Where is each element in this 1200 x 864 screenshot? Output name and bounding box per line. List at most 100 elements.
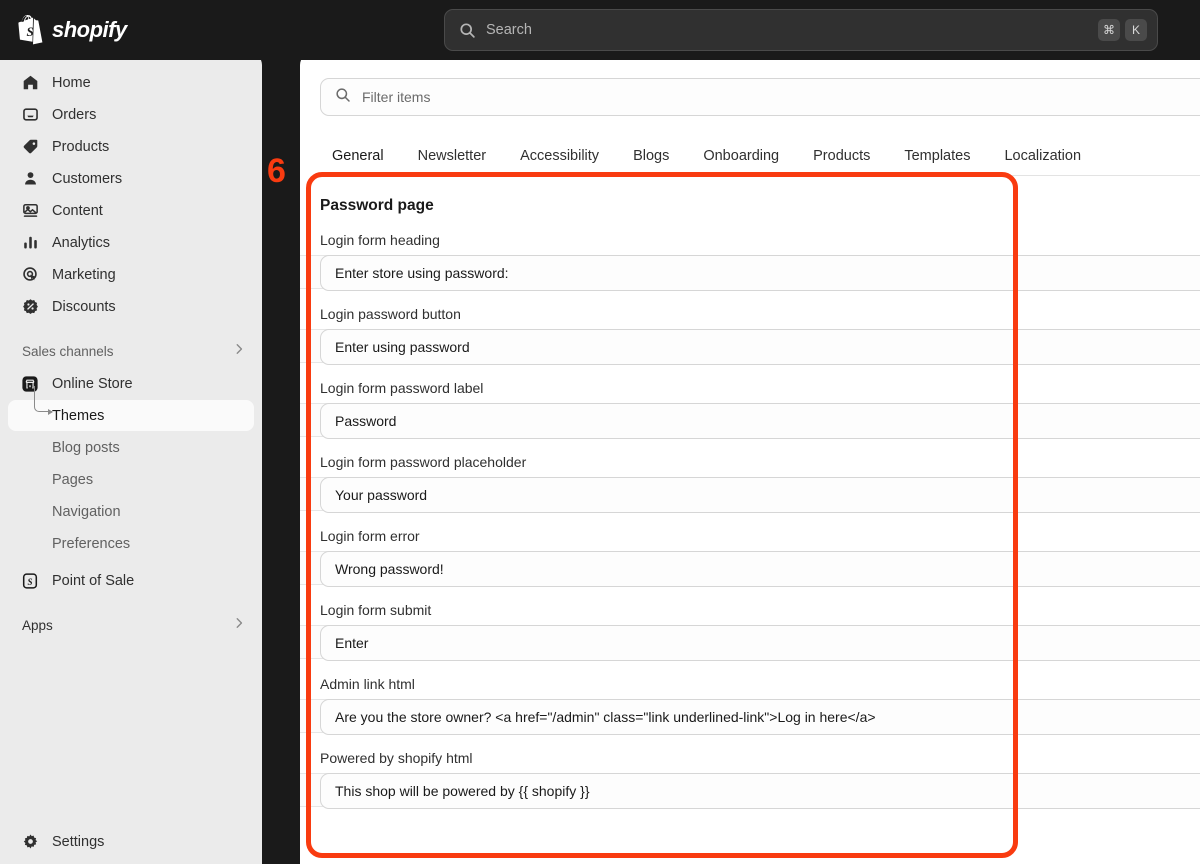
sidebar-item-preferences[interactable]: Preferences xyxy=(8,528,254,559)
sidebar-section-apps[interactable]: Apps xyxy=(22,610,246,640)
sidebar-item-point-of-sale[interactable]: S Point of Sale xyxy=(8,565,254,596)
sidebar-item-label: Content xyxy=(52,202,103,219)
point-of-sale-icon: S xyxy=(20,571,40,591)
filter-placeholder: Filter items xyxy=(362,89,431,105)
page-title: Password page xyxy=(320,197,434,214)
login-password-button-input[interactable]: Enter using password xyxy=(320,329,1200,365)
gear-icon xyxy=(20,832,40,852)
sidebar-item-home[interactable]: Home xyxy=(8,67,254,98)
field-login-form-password-placeholder: Login form password placeholder Your pas… xyxy=(300,454,1200,513)
login-form-error-input[interactable]: Wrong password! xyxy=(320,551,1200,587)
sidebar-item-label: Preferences xyxy=(52,535,131,552)
tab-onboarding[interactable]: Onboarding xyxy=(686,148,796,175)
tab-localization[interactable]: Localization xyxy=(987,148,1098,175)
admin-link-html-input[interactable]: Are you the store owner? <a href="/admin… xyxy=(320,699,1200,735)
shopify-bag-icon: S xyxy=(18,15,44,45)
sidebar-item-label: Customers xyxy=(52,170,123,187)
field-row: Enter using password xyxy=(300,329,1200,365)
marketing-target-icon xyxy=(20,265,40,285)
sidebar-item-analytics[interactable]: Analytics xyxy=(8,227,254,258)
tab-accessibility[interactable]: Accessibility xyxy=(503,148,616,175)
field-admin-link-html: Admin link html Are you the store owner?… xyxy=(300,676,1200,735)
chevron-right-icon xyxy=(232,616,246,635)
sidebar-item-navigation[interactable]: Navigation xyxy=(8,496,254,527)
field-label: Login form password placeholder xyxy=(320,454,527,470)
tab-products[interactable]: Products xyxy=(796,148,887,175)
search-icon xyxy=(335,87,351,108)
field-row: Enter store using password: xyxy=(300,255,1200,291)
shortcut-modifier-key: ⌘ xyxy=(1098,19,1120,41)
field-login-password-button: Login password button Enter using passwo… xyxy=(300,306,1200,365)
field-row: Your password xyxy=(300,477,1200,513)
tab-general[interactable]: General xyxy=(315,148,401,176)
chevron-right-icon xyxy=(232,342,246,361)
sidebar: Home Orders Products Customers Content A… xyxy=(0,53,262,864)
field-login-form-heading: Login form heading Enter store using pas… xyxy=(300,232,1200,291)
sidebar-item-discounts[interactable]: Discounts xyxy=(8,291,254,322)
customer-person-icon xyxy=(20,169,40,189)
sidebar-item-label: Orders xyxy=(52,106,97,123)
sidebar-item-label: Settings xyxy=(52,833,105,850)
home-icon xyxy=(20,73,40,93)
sales-channels-label: Sales channels xyxy=(22,343,114,359)
sidebar-item-orders[interactable]: Orders xyxy=(8,99,254,130)
sidebar-item-customers[interactable]: Customers xyxy=(8,163,254,194)
field-label: Login form submit xyxy=(320,602,432,618)
discount-badge-icon xyxy=(20,297,40,317)
sidebar-item-label: Home xyxy=(52,74,91,91)
sidebar-item-label: Point of Sale xyxy=(52,572,135,589)
sidebar-item-label: Themes xyxy=(52,407,105,424)
settings-tabs: General Newsletter Accessibility Blogs O… xyxy=(315,132,1200,176)
sidebar-item-settings[interactable]: Settings xyxy=(8,826,254,857)
orders-inbox-icon xyxy=(20,105,40,125)
field-login-form-password-label: Login form password label Password xyxy=(300,380,1200,439)
sidebar-item-products[interactable]: Products xyxy=(8,131,254,162)
shopify-logo[interactable]: S shopify xyxy=(18,15,127,45)
login-form-heading-input[interactable]: Enter store using password: xyxy=(320,255,1200,291)
search-icon xyxy=(459,22,476,39)
product-tag-icon xyxy=(20,137,40,157)
login-form-submit-input[interactable]: Enter xyxy=(320,625,1200,661)
sidebar-item-label: Online Store xyxy=(52,375,133,392)
svg-text:S: S xyxy=(27,24,34,39)
field-row: This shop will be powered by {{ shopify … xyxy=(300,773,1200,809)
sidebar-item-pages[interactable]: Pages xyxy=(8,464,254,495)
sidebar-item-label: Discounts xyxy=(52,298,116,315)
password-page-form: Password page Login form heading Enter s… xyxy=(300,176,1200,809)
field-label: Login password button xyxy=(320,306,461,322)
main-panel: Filter items General Newsletter Accessib… xyxy=(300,53,1200,864)
field-label: Login form error xyxy=(320,528,420,544)
sidebar-item-marketing[interactable]: Marketing xyxy=(8,259,254,290)
tab-blogs[interactable]: Blogs xyxy=(616,148,686,175)
field-label: Login form password label xyxy=(320,380,484,396)
brand-wordmark: shopify xyxy=(52,17,127,42)
field-login-form-submit: Login form submit Enter xyxy=(300,602,1200,661)
sidebar-item-label: Navigation xyxy=(52,503,121,520)
tab-templates[interactable]: Templates xyxy=(887,148,987,175)
field-label: Admin link html xyxy=(320,676,415,692)
sidebar-item-themes[interactable]: Themes xyxy=(8,386,254,431)
login-form-password-placeholder-input[interactable]: Your password xyxy=(320,477,1200,513)
sidebar-item-label: Analytics xyxy=(52,234,111,251)
filter-items-input[interactable]: Filter items xyxy=(320,78,1200,116)
svg-text:S: S xyxy=(27,576,32,586)
sidebar-section-sales-channels[interactable]: Sales channels xyxy=(22,336,246,366)
search-placeholder: Search xyxy=(486,22,532,38)
field-row: Password xyxy=(300,403,1200,439)
login-form-password-label-input[interactable]: Password xyxy=(320,403,1200,439)
shortcut-letter-key: K xyxy=(1125,19,1147,41)
sidebar-settings-row: Settings xyxy=(0,826,262,858)
apps-label: Apps xyxy=(22,617,53,633)
tab-newsletter[interactable]: Newsletter xyxy=(401,148,504,175)
field-row: Wrong password! xyxy=(300,551,1200,587)
top-bar: S shopify Search ⌘ K xyxy=(0,0,1200,60)
sidebar-item-label: Pages xyxy=(52,471,94,488)
field-login-form-error: Login form error Wrong password! xyxy=(300,528,1200,587)
global-search-box[interactable]: Search ⌘ K xyxy=(444,9,1158,51)
sidebar-item-content[interactable]: Content xyxy=(8,195,254,226)
sidebar-item-label: Marketing xyxy=(52,266,116,283)
field-row: Enter xyxy=(300,625,1200,661)
sidebar-item-label: Blog posts xyxy=(52,439,120,456)
powered-by-shopify-html-input[interactable]: This shop will be powered by {{ shopify … xyxy=(320,773,1200,809)
sidebar-item-blog-posts[interactable]: Blog posts xyxy=(8,432,254,463)
